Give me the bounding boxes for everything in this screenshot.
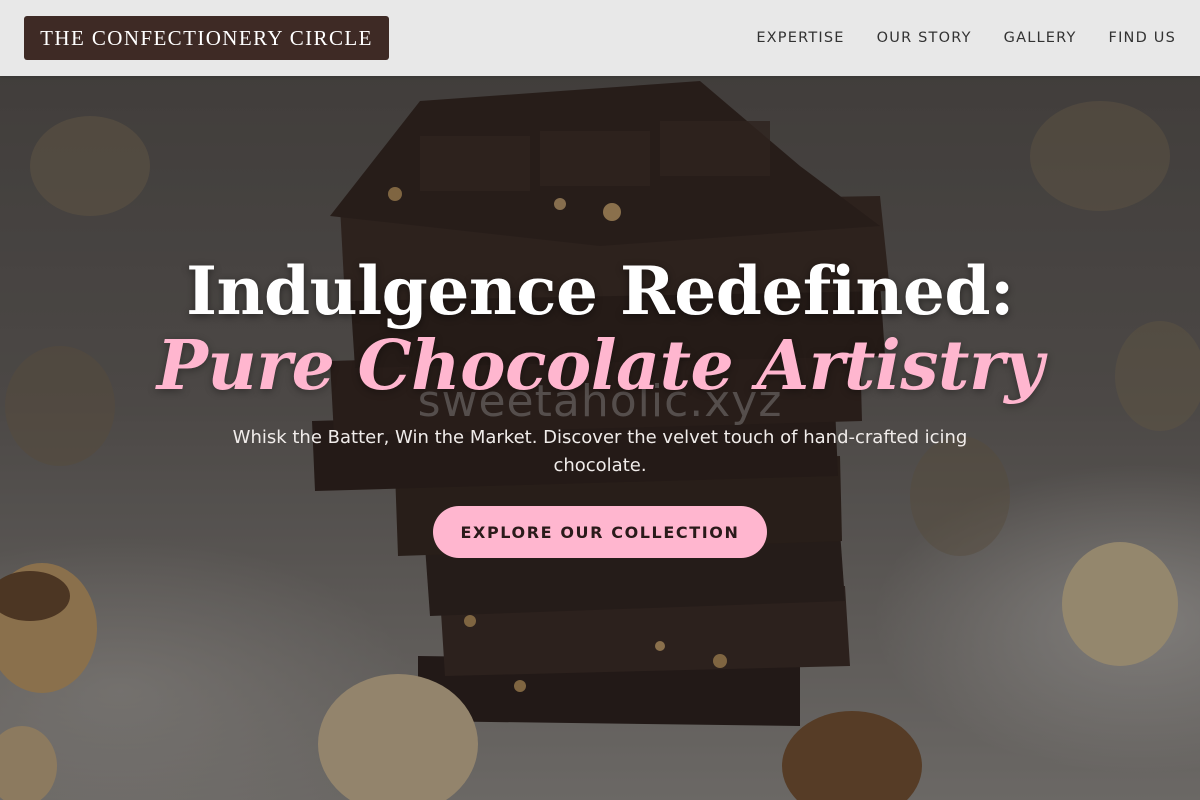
hero-title-accent: Pure Chocolate Artistry — [156, 326, 1044, 406]
nav-link-find-us[interactable]: FIND US — [1109, 30, 1176, 46]
hero-section: sweetaholic.xyz Indulgence Redefined: Pu… — [0, 76, 1200, 800]
main-nav: EXPERTISE OUR STORY GALLERY FIND US — [756, 0, 1176, 76]
nav-link-expertise[interactable]: EXPERTISE — [756, 30, 844, 46]
top-navigation-bar: THE CONFECTIONERY CIRCLE EXPERTISE OUR S… — [0, 0, 1200, 76]
explore-collection-button[interactable]: EXPLORE OUR COLLECTION — [433, 506, 767, 558]
hero-subtitle: Whisk the Batter, Win the Market. Discov… — [232, 427, 968, 476]
hero-title: Indulgence Redefined: — [186, 252, 1014, 330]
nav-link-gallery[interactable]: GALLERY — [1004, 30, 1077, 46]
site-logo[interactable]: THE CONFECTIONERY CIRCLE — [24, 16, 389, 60]
nav-link-our-story[interactable]: OUR STORY — [877, 30, 972, 46]
